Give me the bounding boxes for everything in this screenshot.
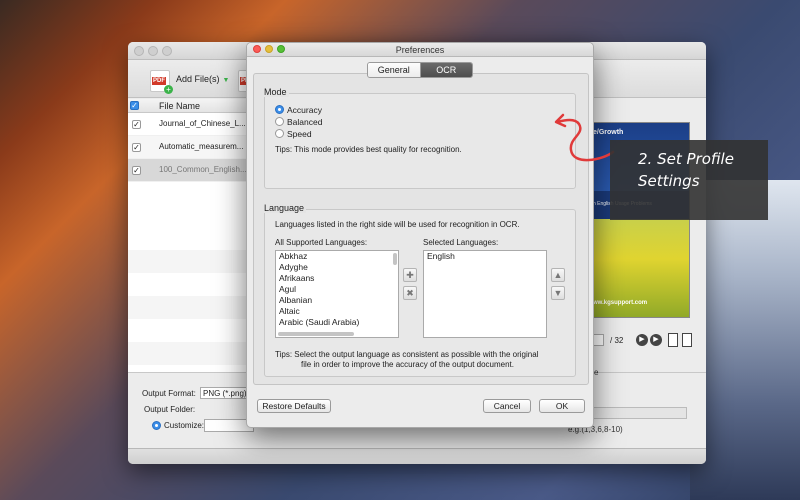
- mode-tips: Tips: This mode provides best quality fo…: [275, 145, 462, 154]
- accuracy-radio[interactable]: [275, 105, 284, 114]
- select-all-checkbox[interactable]: ✓: [130, 101, 139, 110]
- last-page-icon[interactable]: ▶: [650, 334, 662, 346]
- annotation-line1: 2. Set Profile: [638, 150, 734, 168]
- list-item[interactable]: Adyghe: [276, 262, 398, 273]
- ocr-settings-panel: Mode Accuracy Balanced Speed Tips: This …: [253, 73, 589, 385]
- horizontal-scrollbar[interactable]: [278, 332, 354, 336]
- file-row-selected[interactable]: ✓ 100_Common_English...: [128, 159, 247, 182]
- tab-ocr[interactable]: OCR: [419, 63, 472, 77]
- status-bar: [128, 448, 706, 464]
- speed-label: Speed: [287, 129, 312, 139]
- customize-label: Customize:: [164, 421, 205, 430]
- range-label-fragment: e: [594, 368, 599, 377]
- cancel-button[interactable]: Cancel: [483, 399, 531, 413]
- balanced-radio[interactable]: [275, 117, 284, 126]
- file-name: 100_Common_English...: [159, 165, 247, 174]
- annotation-line2: Settings: [638, 172, 700, 190]
- language-group: Languages listed in the right side will …: [264, 209, 576, 377]
- file-row[interactable]: ✓ Automatic_measurem...: [128, 136, 246, 159]
- tab-general[interactable]: General: [368, 63, 420, 77]
- dropdown-caret-icon: ▼: [222, 77, 230, 84]
- language-tips-line2: file in order to improve the accuracy of…: [301, 360, 515, 369]
- vertical-scrollbar[interactable]: [393, 253, 397, 265]
- annotation-callout: 2. Set Profile Settings: [610, 140, 768, 220]
- total-pages: / 32: [610, 336, 624, 345]
- file-checkbox[interactable]: ✓: [132, 166, 141, 175]
- preferences-titlebar: Preferences: [247, 43, 593, 57]
- file-row[interactable]: ✓ Journal_of_Chinese_L...: [128, 113, 246, 136]
- file-name: Journal_of_Chinese_L...: [159, 119, 246, 128]
- list-item[interactable]: Abkhaz: [276, 251, 398, 262]
- accuracy-label: Accuracy: [287, 105, 322, 115]
- list-item[interactable]: Afrikaans: [276, 273, 398, 284]
- annotation-arrow-icon: [554, 113, 615, 162]
- preferences-tabs: General OCR: [367, 62, 473, 78]
- list-item[interactable]: English: [424, 251, 546, 262]
- restore-defaults-button[interactable]: Restore Defaults: [257, 399, 331, 413]
- speed-radio[interactable]: [275, 129, 284, 138]
- file-name-column-header[interactable]: File Name: [159, 101, 200, 111]
- page-navigation: / 32 ▶ ▶: [590, 332, 700, 348]
- add-pdf-icon[interactable]: +: [150, 70, 173, 94]
- desktop-wallpaper: [690, 180, 800, 500]
- file-list: ✓ File Name ✓ Journal_of_Chinese_L... ✓ …: [128, 99, 247, 414]
- preview-footer: ww.kgsupport.com: [593, 300, 648, 306]
- next-page-icon[interactable]: ▶: [636, 334, 648, 346]
- move-up-icon[interactable]: ▲: [551, 268, 565, 282]
- window-close-button[interactable]: [134, 46, 144, 56]
- file-list-header: ✓ File Name: [128, 99, 246, 113]
- file-name: Automatic_measurem...: [159, 142, 244, 151]
- mode-group: Accuracy Balanced Speed Tips: This mode …: [264, 93, 576, 189]
- customize-radio[interactable]: [152, 421, 161, 430]
- list-item[interactable]: Arabic (Saudi Arabia): [276, 317, 398, 328]
- add-files-button[interactable]: Add File(s) ▼: [176, 74, 229, 84]
- selected-languages-label: Selected Languages:: [423, 238, 499, 247]
- output-folder-label: Output Folder:: [144, 405, 196, 414]
- output-format-label: Output Format:: [142, 389, 196, 398]
- window-minimize-button[interactable]: [148, 46, 158, 56]
- language-description: Languages listed in the right side will …: [275, 220, 520, 229]
- list-item[interactable]: Altaic: [276, 306, 398, 317]
- output-format-select[interactable]: PNG (*.png): [200, 387, 250, 399]
- list-item[interactable]: Albanian: [276, 295, 398, 306]
- file-checkbox[interactable]: ✓: [132, 143, 141, 152]
- add-language-icon[interactable]: ✚: [403, 268, 417, 282]
- document-info-icon[interactable]: [682, 333, 692, 347]
- all-languages-list[interactable]: Abkhaz Adyghe Afrikaans Agul Albanian Al…: [275, 250, 399, 338]
- remove-language-icon[interactable]: ✖: [403, 286, 417, 300]
- dialog-title: Preferences: [395, 45, 445, 55]
- language-group-title: Language: [262, 203, 307, 213]
- language-tips-line1: Tips: Select the output language as cons…: [275, 350, 539, 359]
- file-checkbox[interactable]: ✓: [132, 120, 141, 129]
- ok-button[interactable]: OK: [539, 399, 585, 413]
- balanced-label: Balanced: [287, 117, 323, 127]
- document-icon[interactable]: [668, 333, 678, 347]
- list-item[interactable]: Agul: [276, 284, 398, 295]
- move-down-icon[interactable]: ▼: [551, 286, 565, 300]
- preferences-dialog: Preferences Mode Accuracy Balanced Speed…: [246, 42, 594, 428]
- all-languages-label: All Supported Languages:: [275, 238, 368, 247]
- mode-group-title: Mode: [262, 87, 289, 97]
- selected-languages-list[interactable]: English: [423, 250, 547, 338]
- window-zoom-button[interactable]: [162, 46, 172, 56]
